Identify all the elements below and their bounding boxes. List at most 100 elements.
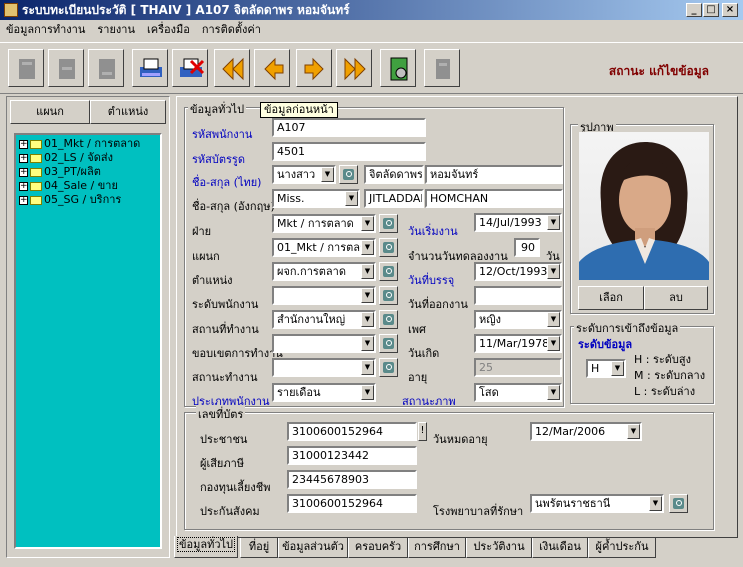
position-search-button[interactable] [379, 262, 398, 281]
workplace-select[interactable]: สำนักงานใหญ่ ▼ [272, 310, 376, 329]
next-record-button[interactable] [296, 49, 332, 87]
tree-item[interactable]: +05_SG / บริการ [19, 193, 157, 207]
edit-record-button[interactable] [48, 49, 84, 87]
employee-photo [579, 132, 709, 280]
probation-input[interactable]: 90 [514, 238, 540, 257]
expand-icon[interactable]: + [19, 167, 28, 177]
close-button[interactable]: × [722, 3, 738, 17]
chevron-down-icon[interactable]: ▼ [649, 496, 662, 511]
chevron-down-icon[interactable]: ▼ [361, 336, 374, 351]
workplace-search-button[interactable] [379, 310, 398, 329]
chevron-down-icon[interactable]: ▼ [361, 216, 374, 231]
tree-item[interactable]: +04_Sale / ขาย [19, 179, 157, 193]
exit-button[interactable] [424, 49, 460, 87]
menu-tools[interactable]: เครื่องมือ [141, 20, 196, 40]
marital-select[interactable]: โสด ▼ [474, 383, 562, 402]
tab-education[interactable]: การศึกษา [408, 538, 466, 558]
tree-item[interactable]: +03_PT/ผลิต [19, 165, 157, 179]
title-en-select[interactable]: Miss. ▼ [272, 189, 360, 208]
delete-photo-button[interactable]: ลบ [644, 286, 708, 310]
tab-salary[interactable]: เงินเดือน [532, 538, 588, 558]
maximize-button[interactable]: □ [703, 3, 719, 17]
select-photo-button[interactable]: เลือก [578, 286, 644, 310]
sex-select[interactable]: หญิง ▼ [474, 310, 562, 329]
work-status-search-button[interactable] [379, 358, 398, 377]
expand-icon[interactable]: + [19, 153, 28, 163]
first-name-th-input[interactable]: จิตลัดดาพร [364, 165, 424, 184]
previous-record-button[interactable] [254, 49, 290, 87]
chevron-down-icon[interactable]: ▼ [627, 424, 640, 439]
social-input[interactable]: 3100600152964 [287, 494, 417, 513]
division-select[interactable]: Mkt / การตลาด ▼ [272, 214, 376, 233]
fund-input[interactable]: 23445678903 [287, 470, 417, 489]
citizen-input[interactable]: 3100600152964 [287, 422, 417, 441]
tab-work-history[interactable]: ประวัติงาน [466, 538, 532, 558]
menu-work[interactable]: ข้อมูลการทำงาน [0, 20, 91, 40]
leave-date-input[interactable] [474, 286, 562, 305]
tab-personal[interactable]: ข้อมูลส่วนตัว [278, 538, 348, 558]
chevron-down-icon[interactable]: ▼ [361, 264, 374, 279]
tree-item[interactable]: +02_LS / จัดส่ง [19, 151, 157, 165]
scope-select[interactable]: ▼ [272, 334, 376, 353]
menu-report[interactable]: รายงาน [91, 20, 141, 40]
citizen-extra-button[interactable]: ! [418, 422, 427, 441]
expand-icon[interactable]: + [19, 139, 28, 149]
expire-date-select[interactable]: 12/Mar/2006 ▼ [530, 422, 642, 441]
tree-item[interactable]: +01_Mkt / การตลาด [19, 137, 157, 151]
work-status-select[interactable]: ▼ [272, 358, 376, 377]
name-search-button[interactable] [339, 165, 358, 184]
birth-date-select[interactable]: 11/Mar/1978 ▼ [474, 334, 562, 353]
save-button[interactable] [132, 49, 168, 87]
perm-date-select[interactable]: 12/Oct/1993 ▼ [474, 262, 562, 281]
new-record-button[interactable] [8, 49, 44, 87]
chevron-down-icon[interactable]: ▼ [547, 215, 560, 230]
dept-select[interactable]: 01_Mkt / การตลา ▼ [272, 238, 376, 257]
title-th-select[interactable]: นางสาว ▼ [272, 165, 336, 184]
chevron-down-icon[interactable]: ▼ [361, 360, 374, 375]
scope-search-button[interactable] [379, 334, 398, 353]
chevron-down-icon[interactable]: ▼ [345, 191, 358, 206]
first-name-en-input[interactable]: JITLADDAPORN [364, 189, 424, 208]
position-view-button[interactable]: ตำแหน่ง [90, 100, 166, 124]
hospital-select[interactable]: นพรัตนราชธานี ▼ [530, 494, 664, 513]
level-search-button[interactable] [379, 286, 398, 305]
chevron-down-icon[interactable]: ▼ [611, 361, 624, 376]
copy-record-button[interactable] [88, 49, 124, 87]
emp-type-select[interactable]: รายเดือน ▼ [272, 383, 376, 402]
last-record-button[interactable] [336, 49, 372, 87]
tab-family[interactable]: ครอบครัว [348, 538, 408, 558]
tab-address[interactable]: ที่อยู่ [240, 538, 278, 558]
chevron-down-icon[interactable]: ▼ [321, 167, 334, 182]
last-name-th-input[interactable]: หอมจันทร์ [425, 165, 563, 184]
tab-general[interactable]: ข้อมูลทั่วไป [174, 536, 238, 558]
start-date-select[interactable]: 14/Jul/1993 ▼ [474, 213, 562, 232]
minimize-button[interactable]: _ [686, 3, 702, 17]
chevron-down-icon[interactable]: ▼ [547, 336, 560, 351]
dept-view-button[interactable]: แผนก [10, 100, 90, 124]
division-search-button[interactable] [379, 214, 398, 233]
emp-code-input[interactable]: A107 [272, 118, 426, 137]
chevron-down-icon[interactable]: ▼ [361, 288, 374, 303]
search-button[interactable] [380, 49, 416, 87]
dept-search-button[interactable] [379, 238, 398, 257]
tax-input[interactable]: 31000123442 [287, 446, 417, 465]
tab-guarantor[interactable]: ผู้ค้ำประกัน [588, 538, 656, 558]
level-select[interactable]: ▼ [272, 286, 376, 305]
menu-settings[interactable]: การติดตั้งค่า [196, 20, 267, 40]
chevron-down-icon[interactable]: ▼ [361, 240, 374, 255]
previous-icon [264, 57, 284, 81]
first-record-button[interactable] [214, 49, 250, 87]
access-level-select[interactable]: H ▼ [586, 359, 626, 378]
chevron-down-icon[interactable]: ▼ [547, 385, 560, 400]
hospital-search-button[interactable] [669, 494, 688, 513]
chevron-down-icon[interactable]: ▼ [547, 312, 560, 327]
position-select[interactable]: ผจก.การตลาด ▼ [272, 262, 376, 281]
card-code-input[interactable]: 4501 [272, 142, 426, 161]
chevron-down-icon[interactable]: ▼ [547, 264, 560, 279]
expand-icon[interactable]: + [19, 181, 28, 191]
expand-icon[interactable]: + [19, 195, 28, 205]
last-name-en-input[interactable]: HOMCHAN [425, 189, 563, 208]
chevron-down-icon[interactable]: ▼ [361, 312, 374, 327]
chevron-down-icon[interactable]: ▼ [361, 385, 374, 400]
delete-button[interactable] [172, 49, 208, 87]
